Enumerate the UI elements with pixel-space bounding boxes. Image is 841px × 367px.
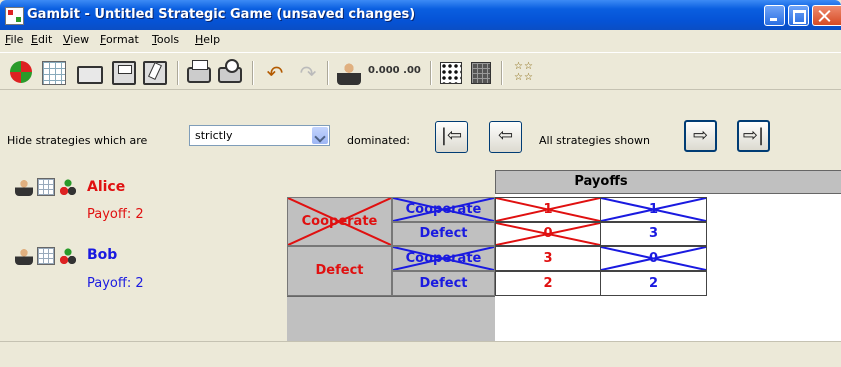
save-icon[interactable] (112, 61, 136, 85)
player-person-icon[interactable] (15, 247, 33, 265)
menu-bar: File Edit View Format Tools Help (0, 30, 841, 50)
dominance-type-value: strictly (195, 129, 233, 142)
payoff-cell-alice[interactable]: 2 (495, 271, 601, 296)
minimize-button[interactable] (764, 5, 785, 26)
row-strategy-defect[interactable]: Defect (287, 246, 392, 296)
save-as-icon[interactable] (143, 61, 167, 85)
player-payoff-bob: Payoff: 2 (87, 276, 144, 291)
menu-tools[interactable]: Tools (152, 33, 179, 46)
first-elimination-button[interactable]: |⇦ (435, 121, 468, 153)
dominance-type-select[interactable]: strictly (189, 125, 330, 146)
menu-file[interactable]: File (5, 33, 23, 46)
decrease-decimals-icon[interactable]: .00 (400, 65, 424, 89)
payoffs-header: Payoffs (495, 170, 707, 194)
game-tree-icon[interactable] (10, 61, 32, 83)
open-folder-icon[interactable] (77, 66, 103, 84)
gambit-app-icon[interactable] (5, 7, 24, 25)
col-strategy-cooperate[interactable]: Cooperate (392, 246, 495, 271)
status-bar (0, 341, 841, 367)
undo-icon[interactable]: ↶ (263, 61, 287, 85)
menu-help[interactable]: Help (195, 33, 220, 46)
table-icon[interactable] (42, 61, 66, 85)
title-bar[interactable]: Gambit - Untitled Strategic Game (unsave… (0, 0, 841, 30)
toolbar-separator (177, 61, 179, 85)
payoff-cell-alice[interactable]: 0 (495, 222, 601, 246)
menu-view[interactable]: View (63, 33, 89, 46)
payoff-cell-alice[interactable]: 3 (495, 246, 601, 271)
add-player-icon[interactable] (337, 61, 361, 85)
toolbar-separator (252, 61, 254, 85)
payoff-cell-bob[interactable]: 2 (600, 271, 707, 296)
payoff-cell-alice[interactable]: 1 (495, 197, 601, 222)
col-strategy-defect[interactable]: Defect (392, 222, 495, 246)
player-table-icon[interactable] (37, 178, 55, 196)
calculator-icon[interactable] (471, 62, 491, 84)
redo-icon[interactable]: ↷ (296, 61, 320, 85)
player-person-icon[interactable] (15, 178, 33, 196)
player-name-bob[interactable]: Bob (87, 247, 117, 263)
payoff-cell-bob[interactable]: 0 (600, 246, 707, 271)
header-filler (706, 170, 841, 194)
menu-edit[interactable]: Edit (31, 33, 52, 46)
payoff-cell-bob[interactable]: 1 (600, 197, 707, 222)
window-title: Gambit - Untitled Strategic Game (unsave… (27, 7, 416, 22)
strategies-shown-status: All strategies shown (539, 134, 650, 147)
dominated-label: dominated: (347, 134, 410, 147)
player-color-icon[interactable] (59, 178, 77, 196)
toolbar-separator (430, 61, 432, 85)
row-strategy-label: Defect (315, 263, 364, 278)
col-strategy-cooperate[interactable]: Cooperate (392, 197, 495, 222)
toolbar-separator (501, 61, 503, 85)
row-strategy-cooperate[interactable]: Cooperate (287, 197, 392, 246)
toolbar: ↶ ↷ 0.000 .00 ☆☆ ☆☆ (0, 52, 841, 90)
dice-icon[interactable] (440, 62, 462, 84)
increase-decimals-icon[interactable]: 0.000 (368, 65, 400, 89)
payoff-cell-bob[interactable]: 3 (600, 222, 707, 246)
hide-strategies-label: Hide strategies which are (7, 134, 148, 147)
grey-filler (287, 296, 495, 341)
chevron-down-icon[interactable] (312, 127, 328, 144)
toolbar-separator (327, 61, 329, 85)
player-table-icon[interactable] (37, 247, 55, 265)
previous-elimination-button[interactable]: ⇦ (489, 121, 522, 153)
player-payoff-alice: Payoff: 2 (87, 207, 144, 222)
col-strategy-defect[interactable]: Defect (392, 271, 495, 296)
player-name-alice[interactable]: Alice (87, 179, 125, 195)
print-preview-icon[interactable] (218, 59, 242, 83)
print-icon[interactable] (187, 60, 211, 83)
close-button[interactable] (812, 5, 841, 26)
strategy-profiles-icon[interactable]: ☆☆ ☆☆ (512, 61, 536, 85)
next-elimination-button[interactable]: ⇨ (684, 120, 717, 152)
player-color-icon[interactable] (59, 247, 77, 265)
last-elimination-button[interactable]: ⇨| (737, 120, 770, 152)
maximize-button[interactable] (788, 5, 809, 26)
row-strategy-label: Cooperate (301, 214, 378, 229)
menu-format[interactable]: Format (100, 33, 139, 46)
